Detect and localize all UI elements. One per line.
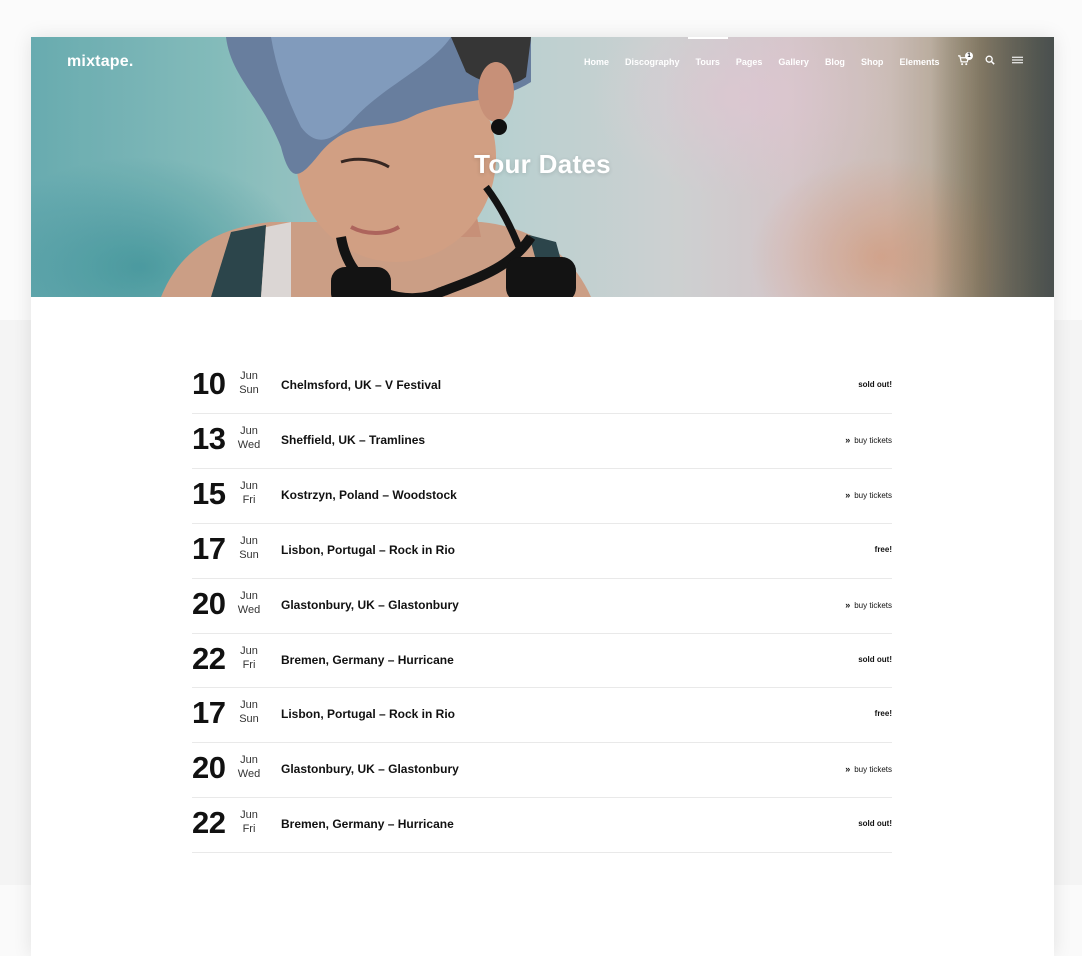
double-chevron-right-icon: » — [845, 435, 851, 445]
tour-status: sold out! — [858, 655, 892, 664]
tour-row: 22 Jun Fri Bremen, Germany – Hurricane s… — [192, 798, 892, 853]
tour-day: 20 — [192, 750, 226, 785]
nav-item-home[interactable]: Home — [584, 57, 609, 71]
tour-venue-link[interactable]: Bremen, Germany – Hurricane — [281, 653, 454, 667]
main-nav: Home Discography Tours Pages Gallery Blo… — [584, 37, 955, 71]
tour-month: Jun — [240, 370, 258, 382]
tour-venue-link[interactable]: Kostrzyn, Poland – Woodstock — [281, 488, 457, 502]
tour-venue-link[interactable]: Lisbon, Portugal – Rock in Rio — [281, 543, 455, 557]
page-title: Tour Dates — [474, 149, 611, 179]
tour-month: Jun — [240, 809, 258, 821]
tour-month: Jun — [240, 590, 258, 602]
tour-month: Jun — [240, 535, 258, 547]
tour-row: 13 Jun Wed Sheffield, UK – Tramlines » bu… — [192, 414, 892, 469]
tour-day: 17 — [192, 531, 226, 566]
menu-icon[interactable] — [1012, 55, 1024, 67]
tour-weekday: Fri — [242, 659, 256, 671]
tour-row: 20 Jun Wed Glastonbury, UK – Glastonbury… — [192, 579, 892, 634]
nav-item-elements[interactable]: Elements — [899, 57, 939, 71]
tour-month: Jun — [240, 480, 258, 492]
nav-item-discography[interactable]: Discography — [625, 57, 680, 71]
tour-month: Jun — [240, 425, 258, 437]
tour-weekday: Wed — [237, 768, 261, 780]
tour-month: Jun — [240, 699, 258, 711]
tour-month: Jun — [240, 754, 258, 766]
tour-day: 20 — [192, 586, 226, 621]
buy-tickets-button[interactable]: » buy tickets — [845, 600, 892, 610]
tour-status: sold out! — [858, 819, 892, 828]
tour-weekday: Fri — [242, 823, 256, 835]
tour-status: free! — [874, 709, 892, 718]
tour-row: 17 Jun Sun Lisbon, Portugal – Rock in Ri… — [192, 688, 892, 743]
tour-venue-link[interactable]: Glastonbury, UK – Glastonbury — [281, 598, 459, 612]
tour-weekday: Sun — [239, 384, 259, 396]
tour-venue-link[interactable]: Glastonbury, UK – Glastonbury — [281, 762, 459, 776]
tour-day: 10 — [192, 366, 226, 401]
buy-tickets-button[interactable]: » buy tickets — [845, 490, 892, 500]
double-chevron-right-icon: » — [845, 490, 851, 500]
tour-weekday: Sun — [239, 713, 259, 725]
nav-item-tours[interactable]: Tours — [687, 37, 729, 71]
tour-weekday: Sun — [239, 549, 259, 561]
tour-day: 15 — [192, 476, 226, 511]
search-icon[interactable] — [985, 55, 997, 67]
tour-weekday: Fri — [242, 494, 256, 506]
tour-row: 20 Jun Wed Glastonbury, UK – Glastonbury… — [192, 743, 892, 798]
tour-venue-link[interactable]: Bremen, Germany – Hurricane — [281, 817, 454, 831]
tour-row: 22 Jun Fri Bremen, Germany – Hurricane s… — [192, 634, 892, 688]
tour-venue-link[interactable]: Chelmsford, UK – V Festival — [281, 378, 441, 392]
browser-frame: mixtape. Home Discography Tours Pages Ga… — [31, 37, 1054, 956]
tour-day: 22 — [192, 805, 226, 840]
nav-item-blog[interactable]: Blog — [825, 57, 845, 71]
tour-weekday: Wed — [237, 439, 261, 451]
tour-row: 15 Jun Fri Kostrzyn, Poland – Woodstock … — [192, 469, 892, 524]
nav-item-gallery[interactable]: Gallery — [778, 57, 809, 71]
cart-icon[interactable]: 1 — [958, 52, 973, 67]
tour-status: free! — [874, 545, 892, 554]
double-chevron-right-icon: » — [845, 764, 851, 774]
nav-item-pages[interactable]: Pages — [736, 57, 763, 71]
nav-item-shop[interactable]: Shop — [861, 57, 884, 71]
tour-day: 17 — [192, 695, 226, 730]
buy-tickets-button[interactable]: » buy tickets — [845, 764, 892, 774]
tour-list: 10 Jun Sun Chelmsford, UK – V Festival s… — [192, 359, 892, 853]
tour-row: 17 Jun Sun Lisbon, Portugal – Rock in Ri… — [192, 524, 892, 579]
tour-row: 10 Jun Sun Chelmsford, UK – V Festival s… — [192, 359, 892, 414]
site-logo[interactable]: mixtape. — [67, 53, 134, 71]
tour-month: Jun — [240, 645, 258, 657]
tour-weekday: Wed — [237, 604, 261, 616]
cart-count-badge: 1 — [965, 52, 973, 60]
buy-tickets-button[interactable]: » buy tickets — [845, 435, 892, 445]
double-chevron-right-icon: » — [845, 600, 851, 610]
tour-day: 13 — [192, 421, 226, 456]
tour-status: sold out! — [858, 380, 892, 389]
tour-day: 22 — [192, 641, 226, 676]
hero-banner: mixtape. Home Discography Tours Pages Ga… — [31, 37, 1054, 297]
nav-icons: 1 — [958, 52, 1039, 67]
tour-venue-link[interactable]: Sheffield, UK – Tramlines — [281, 433, 425, 447]
tour-venue-link[interactable]: Lisbon, Portugal – Rock in Rio — [281, 707, 455, 721]
